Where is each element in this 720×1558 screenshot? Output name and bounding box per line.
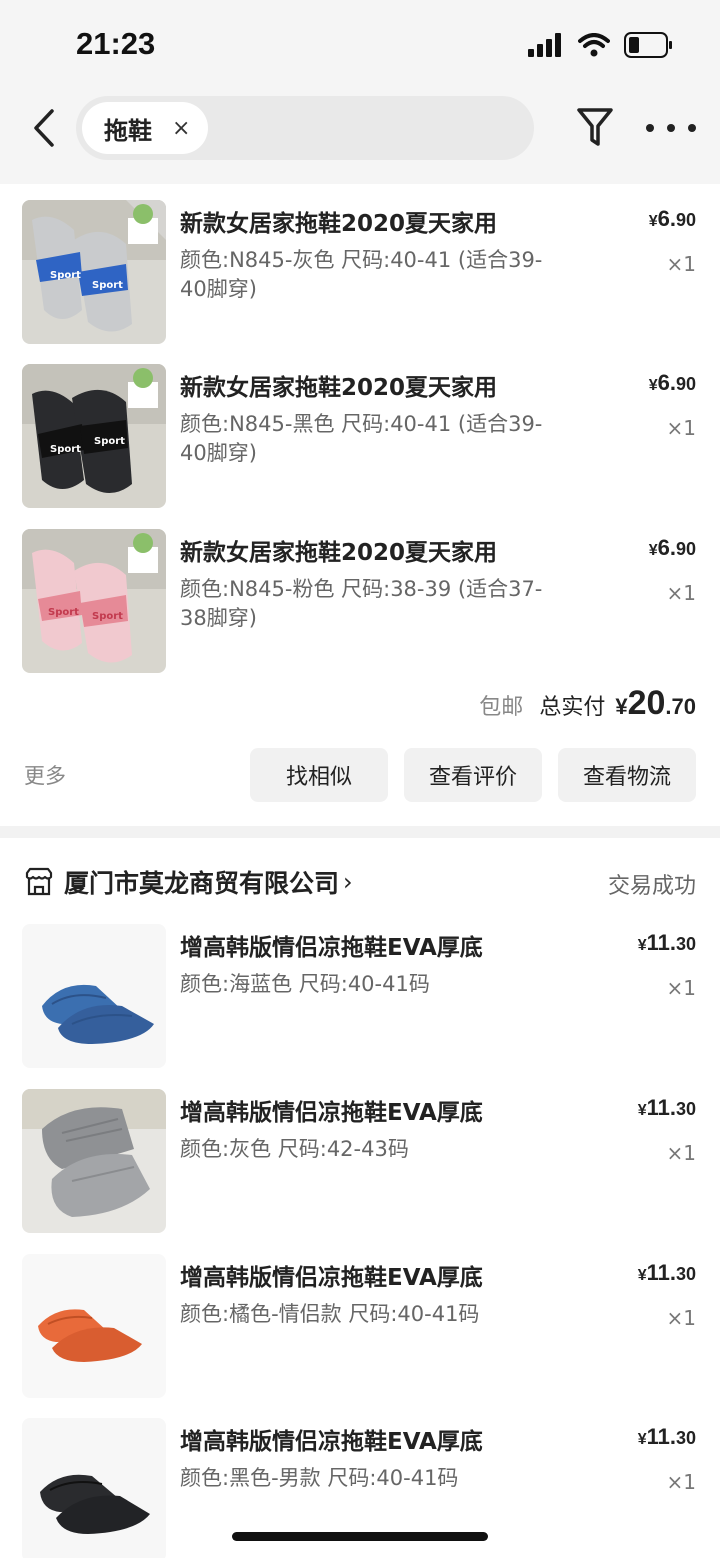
dot-icon — [688, 124, 696, 132]
find-similar-button[interactable]: 找相似 — [250, 748, 388, 802]
item-spec: 颜色:N845-灰色 尺码:40-41 (适合39-40脚穿) — [180, 248, 543, 301]
item-price: ¥6.90 — [648, 535, 696, 560]
item-spec: 颜色:海蓝色 尺码:40-41码 — [180, 972, 430, 996]
svg-text:Sport: Sport — [94, 436, 125, 447]
item-title: 增高韩版情侣凉拖鞋EVA厚底 — [180, 1265, 483, 1291]
item-title: 新款女居家拖鞋2020夏天家用 — [180, 540, 498, 566]
product-thumbnail[interactable]: Sport Sport — [22, 200, 166, 344]
item-quantity: ×1 — [666, 1470, 696, 1494]
item-spec: 颜色:橘色-情侣款 尺码:40-41码 — [180, 1302, 480, 1326]
product-thumbnail[interactable]: Sport Sport — [22, 529, 166, 673]
item-spec: 颜色:N845-粉色 尺码:38-39 (适合37-38脚穿) — [180, 577, 543, 630]
wifi-icon — [578, 33, 610, 57]
product-thumbnail[interactable] — [22, 1089, 166, 1233]
search-keyword: 拖鞋 — [104, 116, 152, 145]
svg-text:Sport: Sport — [50, 444, 81, 455]
svg-text:Sport: Sport — [92, 280, 123, 291]
store-name[interactable]: 厦门市莫龙商贸有限公司 — [64, 864, 339, 900]
order-card: 厦门市莫龙商贸有限公司 › 交易成功 增高韩版情侣凉拖鞋EVA厚底 颜色:海蓝色… — [0, 838, 720, 1558]
order-summary: 包邮 总实付 ¥20.70 — [479, 684, 696, 723]
item-quantity: ×1 — [666, 1306, 696, 1330]
status-time: 21:23 — [76, 26, 156, 61]
total-paid-label: 总实付 — [539, 695, 606, 720]
dot-icon — [667, 124, 675, 132]
item-price: ¥11.30 — [637, 1260, 696, 1285]
battery-icon — [624, 32, 672, 58]
item-spec: 颜色:黑色-男款 尺码:40-41码 — [180, 1466, 459, 1490]
order-status: 交易成功 — [607, 874, 696, 899]
item-quantity: ×1 — [666, 976, 696, 1000]
search-keyword-chip[interactable]: 拖鞋 × — [82, 102, 209, 154]
item-title: 增高韩版情侣凉拖鞋EVA厚底 — [180, 1429, 483, 1455]
item-price: ¥11.30 — [637, 1095, 696, 1120]
product-thumbnail[interactable] — [22, 1254, 166, 1398]
product-thumbnail[interactable] — [22, 924, 166, 1068]
svg-text:Sport: Sport — [92, 611, 123, 622]
item-price: ¥11.30 — [637, 1424, 696, 1449]
back-button[interactable] — [24, 106, 64, 150]
clear-keyword-icon[interactable]: × — [172, 116, 190, 141]
order-item[interactable]: 增高韩版情侣凉拖鞋EVA厚底 颜色:橘色-情侣款 尺码:40-41码 ¥11.3… — [0, 1254, 720, 1398]
store-icon — [25, 867, 53, 896]
filter-icon — [577, 108, 613, 146]
item-quantity: ×1 — [666, 1141, 696, 1165]
store-header[interactable]: 厦门市莫龙商贸有限公司 › — [24, 862, 696, 902]
status-bar: 21:23 — [0, 0, 720, 92]
item-quantity: ×1 — [666, 416, 696, 440]
view-logistics-button[interactable]: 查看物流 — [558, 748, 696, 802]
item-spec: 颜色:N845-黑色 尺码:40-41 (适合39-40脚穿) — [180, 412, 543, 465]
order-item[interactable]: Sport Sport 新款女居家拖鞋2020夏天家用 颜色:N845-灰色 尺… — [0, 200, 720, 344]
home-indicator[interactable] — [232, 1532, 488, 1541]
order-card: Sport Sport 新款女居家拖鞋2020夏天家用 颜色:N845-灰色 尺… — [0, 184, 720, 826]
dot-icon — [646, 124, 654, 132]
more-options-button[interactable] — [646, 110, 696, 146]
more-link[interactable]: 更多 — [24, 760, 66, 790]
item-quantity: ×1 — [666, 252, 696, 276]
order-item[interactable]: 增高韩版情侣凉拖鞋EVA厚底 颜色:灰色 尺码:42-43码 ¥11.30 ×1 — [0, 1089, 720, 1233]
order-item[interactable]: Sport Sport 新款女居家拖鞋2020夏天家用 颜色:N845-黑色 尺… — [0, 364, 720, 508]
item-title: 增高韩版情侣凉拖鞋EVA厚底 — [180, 935, 483, 961]
total-paid-amount: ¥20.70 — [615, 684, 696, 722]
cellular-signal-icon — [528, 33, 561, 57]
product-thumbnail[interactable]: Sport Sport — [22, 364, 166, 508]
item-price: ¥6.90 — [648, 370, 696, 395]
status-icons — [528, 32, 674, 58]
svg-text:Sport: Sport — [48, 607, 79, 618]
free-shipping-label: 包邮 — [479, 695, 524, 720]
item-title: 新款女居家拖鞋2020夏天家用 — [180, 375, 498, 401]
product-thumbnail[interactable] — [22, 1418, 166, 1558]
chevron-right-icon: › — [343, 868, 353, 896]
item-spec: 颜色:灰色 尺码:42-43码 — [180, 1137, 409, 1161]
item-price: ¥6.90 — [648, 206, 696, 231]
top-bar: 拖鞋 × — [0, 92, 720, 184]
chevron-left-icon — [34, 109, 54, 147]
view-review-button[interactable]: 查看评价 — [404, 748, 542, 802]
item-quantity: ×1 — [666, 581, 696, 605]
item-title: 新款女居家拖鞋2020夏天家用 — [180, 211, 498, 237]
filter-button[interactable] — [576, 106, 614, 150]
item-price: ¥11.30 — [637, 930, 696, 955]
order-item[interactable]: Sport Sport 新款女居家拖鞋2020夏天家用 颜色:N845-粉色 尺… — [0, 529, 720, 673]
item-title: 增高韩版情侣凉拖鞋EVA厚底 — [180, 1100, 483, 1126]
order-item[interactable]: 增高韩版情侣凉拖鞋EVA厚底 颜色:海蓝色 尺码:40-41码 ¥11.30 ×… — [0, 924, 720, 1068]
svg-text:Sport: Sport — [50, 270, 81, 281]
search-box[interactable]: 拖鞋 × — [76, 96, 534, 160]
